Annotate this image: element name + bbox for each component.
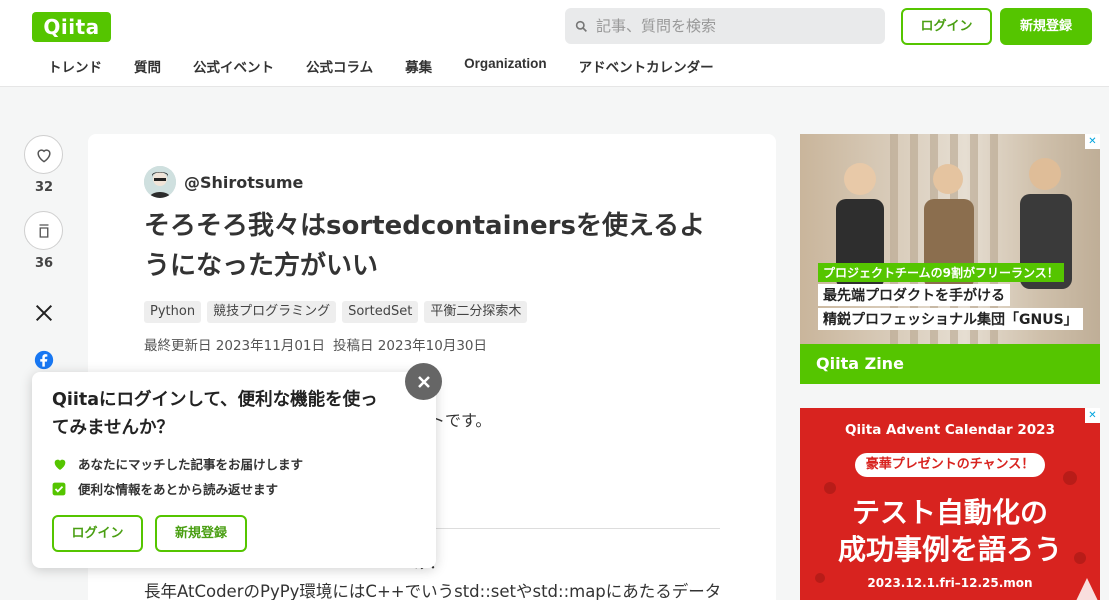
ad-main-text: 成功事例を語ろう — [837, 533, 1062, 566]
qiita-logo[interactable]: Qiita — [32, 12, 111, 42]
signup-button[interactable]: 新規登録 — [1000, 8, 1092, 45]
tag-list: Python 競技プログラミング SortedSet 平衡二分探索木 — [144, 301, 533, 323]
search-icon — [575, 20, 587, 32]
nav-organization[interactable]: Organization — [464, 56, 547, 76]
nav-trend[interactable]: トレンド — [48, 56, 102, 76]
ad-caption-line: 精鋭プロフェッショナル集団「GNUS」 — [818, 308, 1083, 330]
benefit-text: あなたにマッチした記事をお届けします — [78, 457, 304, 472]
benefit-item: あなたにマッチした記事をお届けします — [52, 454, 303, 473]
author-avatar[interactable] — [144, 166, 176, 198]
tag-python[interactable]: Python — [144, 301, 202, 323]
popup-signup-button[interactable]: 新規登録 — [155, 515, 247, 552]
ad-headline: Qiita Advent Calendar 2023 — [845, 422, 1055, 438]
ad-caption: プロジェクトチームの9割がフリーランス！ 最先端プロダクトを手がける 精鋭プロフ… — [818, 262, 1090, 332]
like-button[interactable] — [24, 135, 63, 174]
benefit-item: 便利な情報をあとから読み返せます — [52, 479, 278, 498]
body-paragraph: 長年AtCoderのPyPy環境にはC++でいうstd::setやstd::ma… — [144, 582, 722, 600]
nav-questions[interactable]: 質問 — [134, 56, 161, 76]
ad-banner-advent-calendar[interactable]: Qiita Advent Calendar 2023 豪華プレゼントのチャンス！… — [800, 408, 1100, 600]
nav-recruit[interactable]: 募集 — [405, 56, 432, 76]
article-action-rail: 32 36 — [24, 135, 64, 274]
x-share-icon[interactable] — [33, 302, 55, 324]
heart-icon — [36, 148, 51, 163]
tag-competitive-programming[interactable]: 競技プログラミング — [207, 301, 337, 323]
posted-date: 投稿日 2023年10月30日 — [333, 338, 488, 354]
author-name[interactable]: @Shirotsume — [184, 173, 303, 192]
ad-date: 2023.12.1.fri–12.25.mon — [867, 576, 1033, 590]
article-dates: 最終更新日 2023年11月01日 投稿日 2023年10月30日 — [144, 334, 495, 354]
ad-caption-line: 最先端プロダクトを手がける — [818, 284, 1010, 306]
site-header: Qiita ログイン 新規登録 トレンド 質問 公式イベント 公式コラム 募集 … — [0, 0, 1109, 87]
tag-balanced-bst[interactable]: 平衡二分探索木 — [424, 301, 528, 323]
green-heart-icon — [54, 459, 66, 470]
author-info[interactable]: @Shirotsume — [144, 166, 303, 198]
popup-login-button[interactable]: ログイン — [52, 515, 143, 552]
search-box[interactable] — [565, 8, 885, 44]
nav-official-events[interactable]: 公式イベント — [193, 56, 274, 76]
ad-caption-line: プロジェクトチームの9割がフリーランス！ — [818, 263, 1064, 282]
close-icon — [417, 375, 430, 388]
article-title: そろそろ我々はsortedcontainersを使えるようになった方がいい — [144, 211, 706, 281]
benefit-text: 便利な情報をあとから読み返せます — [78, 482, 279, 497]
facebook-share-icon[interactable] — [34, 350, 54, 370]
like-count: 32 — [34, 180, 54, 195]
ad-choices-icon[interactable]: ✕ — [1085, 134, 1100, 149]
popup-title: Qiitaにログインして、便利な機能を使ってみませんか？ — [52, 390, 378, 438]
updated-date: 最終更新日 2023年11月01日 — [144, 338, 326, 354]
ad-footer: Qiita Zine — [800, 344, 1100, 384]
green-check-icon — [52, 482, 66, 495]
popup-close-button[interactable] — [405, 363, 442, 400]
login-prompt-popup: Qiitaにログインして、便利な機能を使ってみませんか？ あなたにマッチした記事… — [32, 372, 436, 568]
nav-official-column[interactable]: 公式コラム — [306, 56, 373, 76]
ad-choices-icon[interactable]: ✕ — [1085, 408, 1100, 423]
tag-sortedset[interactable]: SortedSet — [342, 301, 419, 323]
stock-count: 36 — [34, 256, 54, 271]
ad-main-text: テスト自動化の — [851, 496, 1048, 529]
stock-icon — [39, 223, 48, 238]
global-nav: トレンド 質問 公式イベント 公式コラム 募集 Organization アドベ… — [32, 56, 730, 76]
search-input[interactable] — [596, 17, 876, 35]
ad-pill: 豪華プレゼントのチャンス！ — [855, 453, 1045, 477]
login-button[interactable]: ログイン — [901, 8, 992, 45]
stock-button[interactable] — [24, 211, 63, 250]
nav-advent-calendar[interactable]: アドベントカレンダー — [579, 56, 714, 76]
ad-banner-gnus[interactable]: プロジェクトチームの9割がフリーランス！ 最先端プロダクトを手がける 精鋭プロフ… — [800, 134, 1100, 384]
